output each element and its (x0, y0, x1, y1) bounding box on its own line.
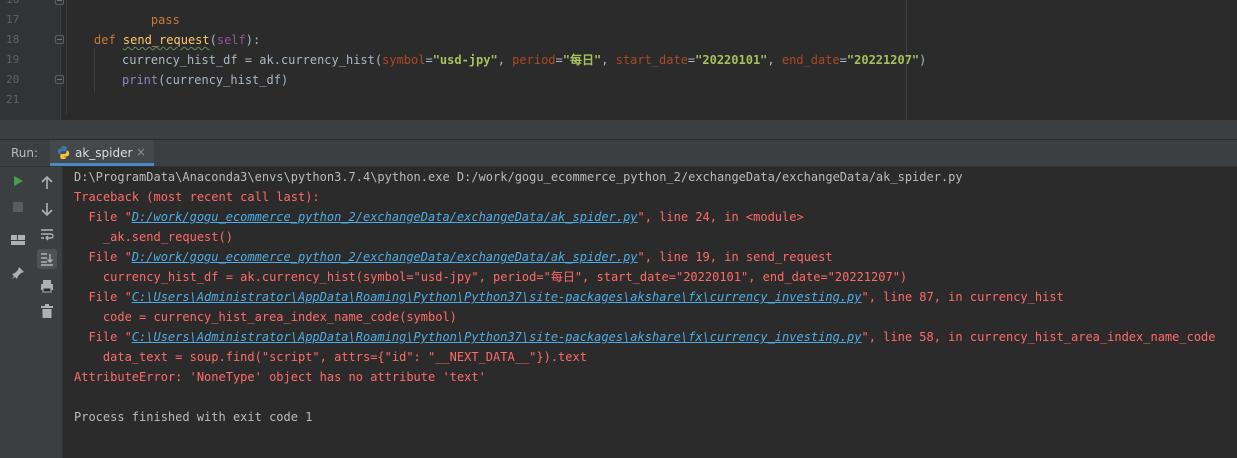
string-literal: "20221207" (846, 53, 920, 67)
builtin-print: print (122, 73, 159, 87)
file-link[interactable]: C:\Users\Administrator\AppData\Roaming\P… (132, 330, 862, 344)
line-number: 16 (6, 0, 26, 10)
gutter-separator (60, 0, 61, 120)
traceback-frame: File "C:\Users\Administrator\AppData\Roa… (74, 287, 1064, 307)
code-editor[interactable]: 16 17 18 19 20 21 pass def send_request(… (0, 0, 1237, 120)
python-icon (56, 145, 71, 160)
frame-prefix: File " (74, 250, 132, 264)
process-finished-message: Process finished with exit code 1 (74, 410, 313, 424)
print-icon[interactable] (38, 277, 56, 295)
code-text: currency_hist_df = ak.currency_hist( (122, 53, 383, 67)
line-number: 20 (6, 73, 20, 86)
code-line-20[interactable]: print(currency_hist_df) (122, 70, 288, 90)
code-text: = (839, 53, 847, 67)
paren-colon: ): (245, 33, 261, 47)
stop-icon[interactable] (9, 198, 27, 216)
frame-prefix: File " (74, 330, 132, 344)
error-message: AttributeError: 'NoneType' object has no… (74, 370, 486, 384)
console-command-line: D:\ProgramData\Anaconda3\envs\python3.7.… (74, 170, 963, 184)
arrow-up-icon[interactable] (38, 174, 56, 192)
line-number: 19 (6, 53, 20, 66)
traceback-frame: File "D:/work/gogu_ecommerce_python_2/ex… (74, 247, 833, 267)
self-param: self (216, 33, 246, 47)
layout-icon[interactable] (9, 231, 27, 249)
traceback-code: code = currency_hist_area_index_name_cod… (74, 310, 457, 324)
traceback-header: Traceback (most recent call last): (74, 190, 320, 204)
pin-icon[interactable] (9, 264, 27, 282)
code-text: , (601, 53, 616, 67)
traceback-code: _ak.send_request() (74, 230, 233, 244)
param-name: symbol (382, 53, 426, 67)
play-icon[interactable] (9, 172, 27, 190)
trash-icon[interactable] (38, 302, 56, 320)
traceback-frame: File "C:\Users\Administrator\AppData\Roa… (74, 327, 1216, 347)
file-link[interactable]: D:/work/gogu_ecommerce_python_2/exchange… (132, 250, 638, 264)
indent-guide (66, 0, 67, 114)
param-name: start_date (615, 53, 688, 67)
code-text: ) (919, 53, 927, 67)
frame-prefix: File " (74, 290, 132, 304)
run-label: Run: (11, 146, 39, 160)
code-line-18[interactable]: def send_request(self): (94, 30, 260, 50)
fold-marker-icon[interactable] (55, 0, 64, 5)
code-line-19[interactable]: currency_hist_df = ak.currency_hist(symb… (122, 50, 926, 70)
frame-suffix: ", line 24, in <module> (637, 210, 804, 224)
code-text: (currency_hist_df) (158, 73, 289, 87)
string-literal: "20220101" (695, 53, 768, 67)
editor-run-divider[interactable] (0, 120, 1237, 139)
run-console-output[interactable]: D:\ProgramData\Anaconda3\envs\python3.7.… (63, 167, 1237, 458)
line-number: 17 (6, 13, 20, 26)
line-number: 18 (6, 33, 20, 46)
param-name: end_date (781, 53, 840, 67)
param-name: period (512, 53, 556, 67)
fold-marker-icon[interactable] (55, 75, 64, 84)
string-literal: "每日" (562, 53, 602, 67)
traceback-code: currency_hist_df = ak.currency_hist(symb… (74, 270, 908, 284)
keyword-def: def (94, 33, 116, 47)
run-tab-ak-spider[interactable]: ak_spider × (50, 140, 154, 166)
frame-suffix: ", line 87, in currency_hist (861, 290, 1064, 304)
file-link[interactable]: D:/work/gogu_ecommerce_python_2/exchange… (132, 210, 638, 224)
frame-prefix: File " (74, 210, 132, 224)
code-text: = (425, 53, 433, 67)
soft-wrap-icon[interactable] (38, 225, 56, 243)
traceback-frame: File "D:/work/gogu_ecommerce_python_2/ex… (74, 207, 804, 227)
run-tab-label: ak_spider (75, 146, 133, 160)
line-number: 21 (6, 93, 20, 106)
run-tool-window-header: Run: ak_spider × (0, 140, 1237, 167)
run-toolbar-primary (0, 167, 32, 458)
paren: ( (209, 33, 217, 47)
close-icon[interactable]: × (136, 145, 146, 159)
frame-suffix: ", line 58, in currency_hist_area_index_… (861, 330, 1216, 344)
fold-marker-icon[interactable] (55, 35, 64, 44)
arrow-down-icon[interactable] (38, 200, 56, 218)
code-text: , (767, 53, 782, 67)
run-toolbar-secondary (32, 167, 63, 458)
keyword: pass (150, 13, 180, 27)
code-text: , (497, 53, 513, 67)
traceback-code: data_text = soup.find("script", attrs={"… (74, 350, 587, 364)
frame-suffix: ", line 19, in send_request (637, 250, 833, 264)
indent-guide (94, 48, 95, 93)
string-literal: "usd-jpy" (432, 53, 498, 67)
file-link[interactable]: C:\Users\Administrator\AppData\Roaming\P… (132, 290, 862, 304)
function-name: send_request (122, 33, 210, 47)
scroll-to-end-icon[interactable] (37, 249, 57, 269)
code-text: = (555, 53, 563, 67)
